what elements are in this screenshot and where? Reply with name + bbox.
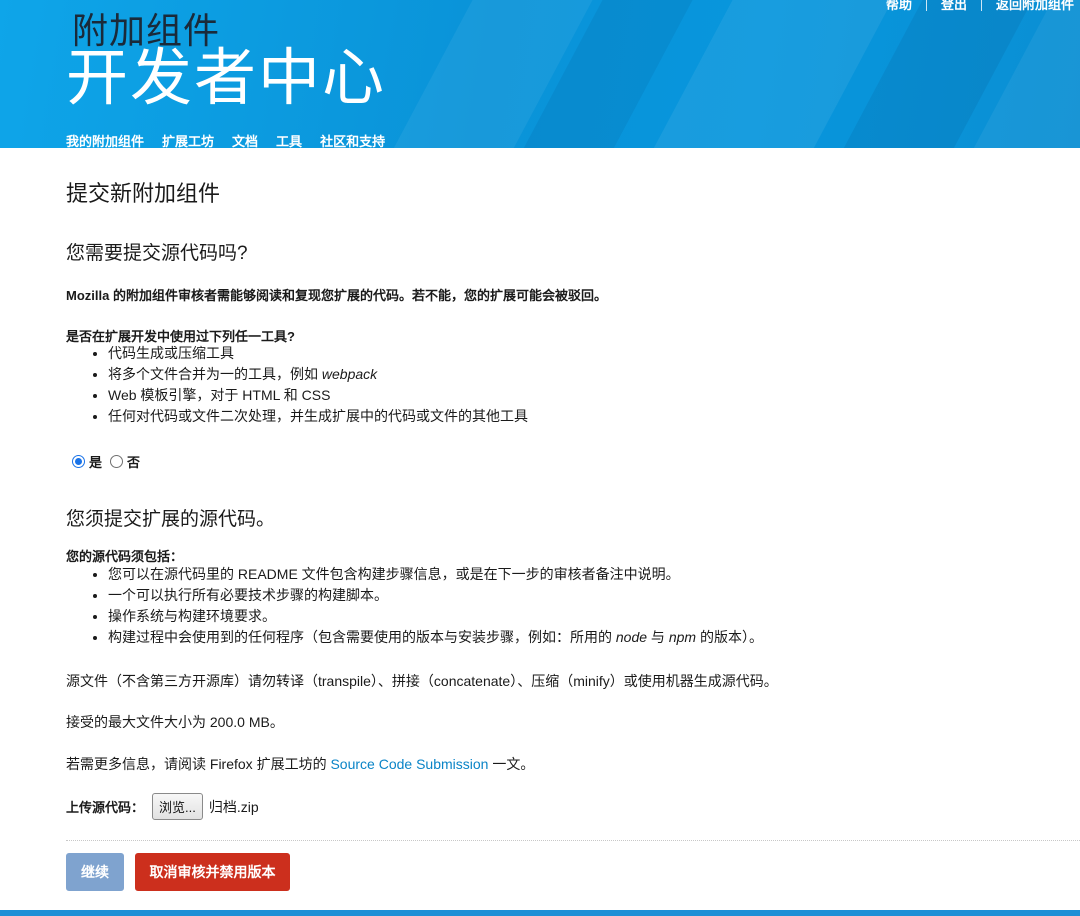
tools-list: 代码生成或压缩工具 将多个文件合并为一的工具，例如 webpack Web 模板… bbox=[66, 343, 528, 427]
browse-button[interactable]: 浏览... bbox=[152, 793, 203, 820]
list-item: 构建过程中会使用到的任何程序（包含需要使用的版本与安装步骤，例如：所用的 nod… bbox=[108, 627, 763, 648]
selected-file-name: 归档.zip bbox=[208, 798, 259, 815]
source-needed-heading: 您需要提交源代码吗? bbox=[66, 243, 248, 264]
more-info-text: 若需更多信息，请阅读 Firefox 扩展工坊的 Source Code Sub… bbox=[66, 756, 535, 772]
no-transpile-note: 源文件（不含第三方开源库）请勿转译（transpile）、拼接（concaten… bbox=[66, 673, 778, 689]
logout-link[interactable]: 登出 bbox=[941, 0, 967, 13]
logo-title[interactable]: 开发者中心 bbox=[66, 44, 386, 114]
source-radio-group: 是 否 bbox=[72, 452, 148, 471]
top-links: 帮助 登出 返回附加组件 bbox=[886, 0, 1074, 13]
source-code-submission-link[interactable]: Source Code Submission bbox=[330, 756, 488, 772]
must-include-label: 您的源代码须包括： bbox=[66, 549, 184, 564]
upload-row: 上传源代码： 浏览... 归档.zip bbox=[66, 793, 259, 820]
main-nav: 我的附加组件 扩展工坊 文档 工具 社区和支持 bbox=[66, 131, 385, 148]
nav-my-addons[interactable]: 我的附加组件 bbox=[66, 131, 144, 148]
list-item: 一个可以执行所有必要技术步骤的构建脚本。 bbox=[108, 585, 763, 606]
divider bbox=[66, 840, 1080, 841]
nav-extension-workshop[interactable]: 扩展工坊 bbox=[162, 131, 214, 148]
radio-no-label[interactable]: 否 bbox=[127, 452, 140, 471]
max-file-size: 接受的最大文件大小为 200.0 MB。 bbox=[66, 714, 284, 730]
separator bbox=[980, 0, 982, 11]
radio-yes-label[interactable]: 是 bbox=[89, 452, 102, 471]
radio-yes[interactable] bbox=[72, 455, 85, 468]
upload-label: 上传源代码： bbox=[66, 800, 145, 815]
page-title: 提交新附加组件 bbox=[66, 181, 221, 206]
nav-tools[interactable]: 工具 bbox=[276, 131, 302, 148]
cancel-review-disable-button[interactable]: 取消审核并禁用版本 bbox=[135, 853, 290, 891]
list-item: 您可以在源代码里的 README 文件包含构建步骤信息，或是在下一步的审核者备注… bbox=[108, 564, 763, 585]
footer-bar bbox=[0, 910, 1080, 916]
must-submit-heading: 您须提交扩展的源代码。 bbox=[66, 509, 276, 530]
radio-no[interactable] bbox=[110, 455, 124, 468]
list-item: 操作系统与构建环境要求。 bbox=[108, 606, 763, 627]
nav-community-support[interactable]: 社区和支持 bbox=[320, 131, 385, 148]
requirements-list: 您可以在源代码里的 README 文件包含构建步骤信息，或是在下一步的审核者备注… bbox=[66, 564, 763, 648]
back-to-addons-link[interactable]: 返回附加组件 bbox=[996, 0, 1074, 13]
separator bbox=[925, 0, 927, 11]
list-item: 代码生成或压缩工具 bbox=[108, 343, 528, 364]
reviewer-notice: Mozilla 的附加组件审核者需能够阅读和复现您扩展的代码。若不能，您的扩展可… bbox=[66, 288, 607, 303]
list-item: 将多个文件合并为一的工具，例如 webpack bbox=[108, 364, 528, 385]
list-item: Web 模板引擎，对于 HTML 和 CSS bbox=[108, 385, 528, 406]
continue-button[interactable]: 继续 bbox=[66, 853, 124, 891]
nav-docs[interactable]: 文档 bbox=[232, 131, 258, 148]
help-link[interactable]: 帮助 bbox=[886, 0, 912, 13]
list-item: 任何对代码或文件二次处理，并生成扩展中的代码或文件的其他工具 bbox=[108, 406, 528, 427]
site-header: 附加组件 开发者中心 帮助 登出 返回附加组件 我的附加组件 扩展工坊 文档 工… bbox=[0, 0, 1080, 148]
